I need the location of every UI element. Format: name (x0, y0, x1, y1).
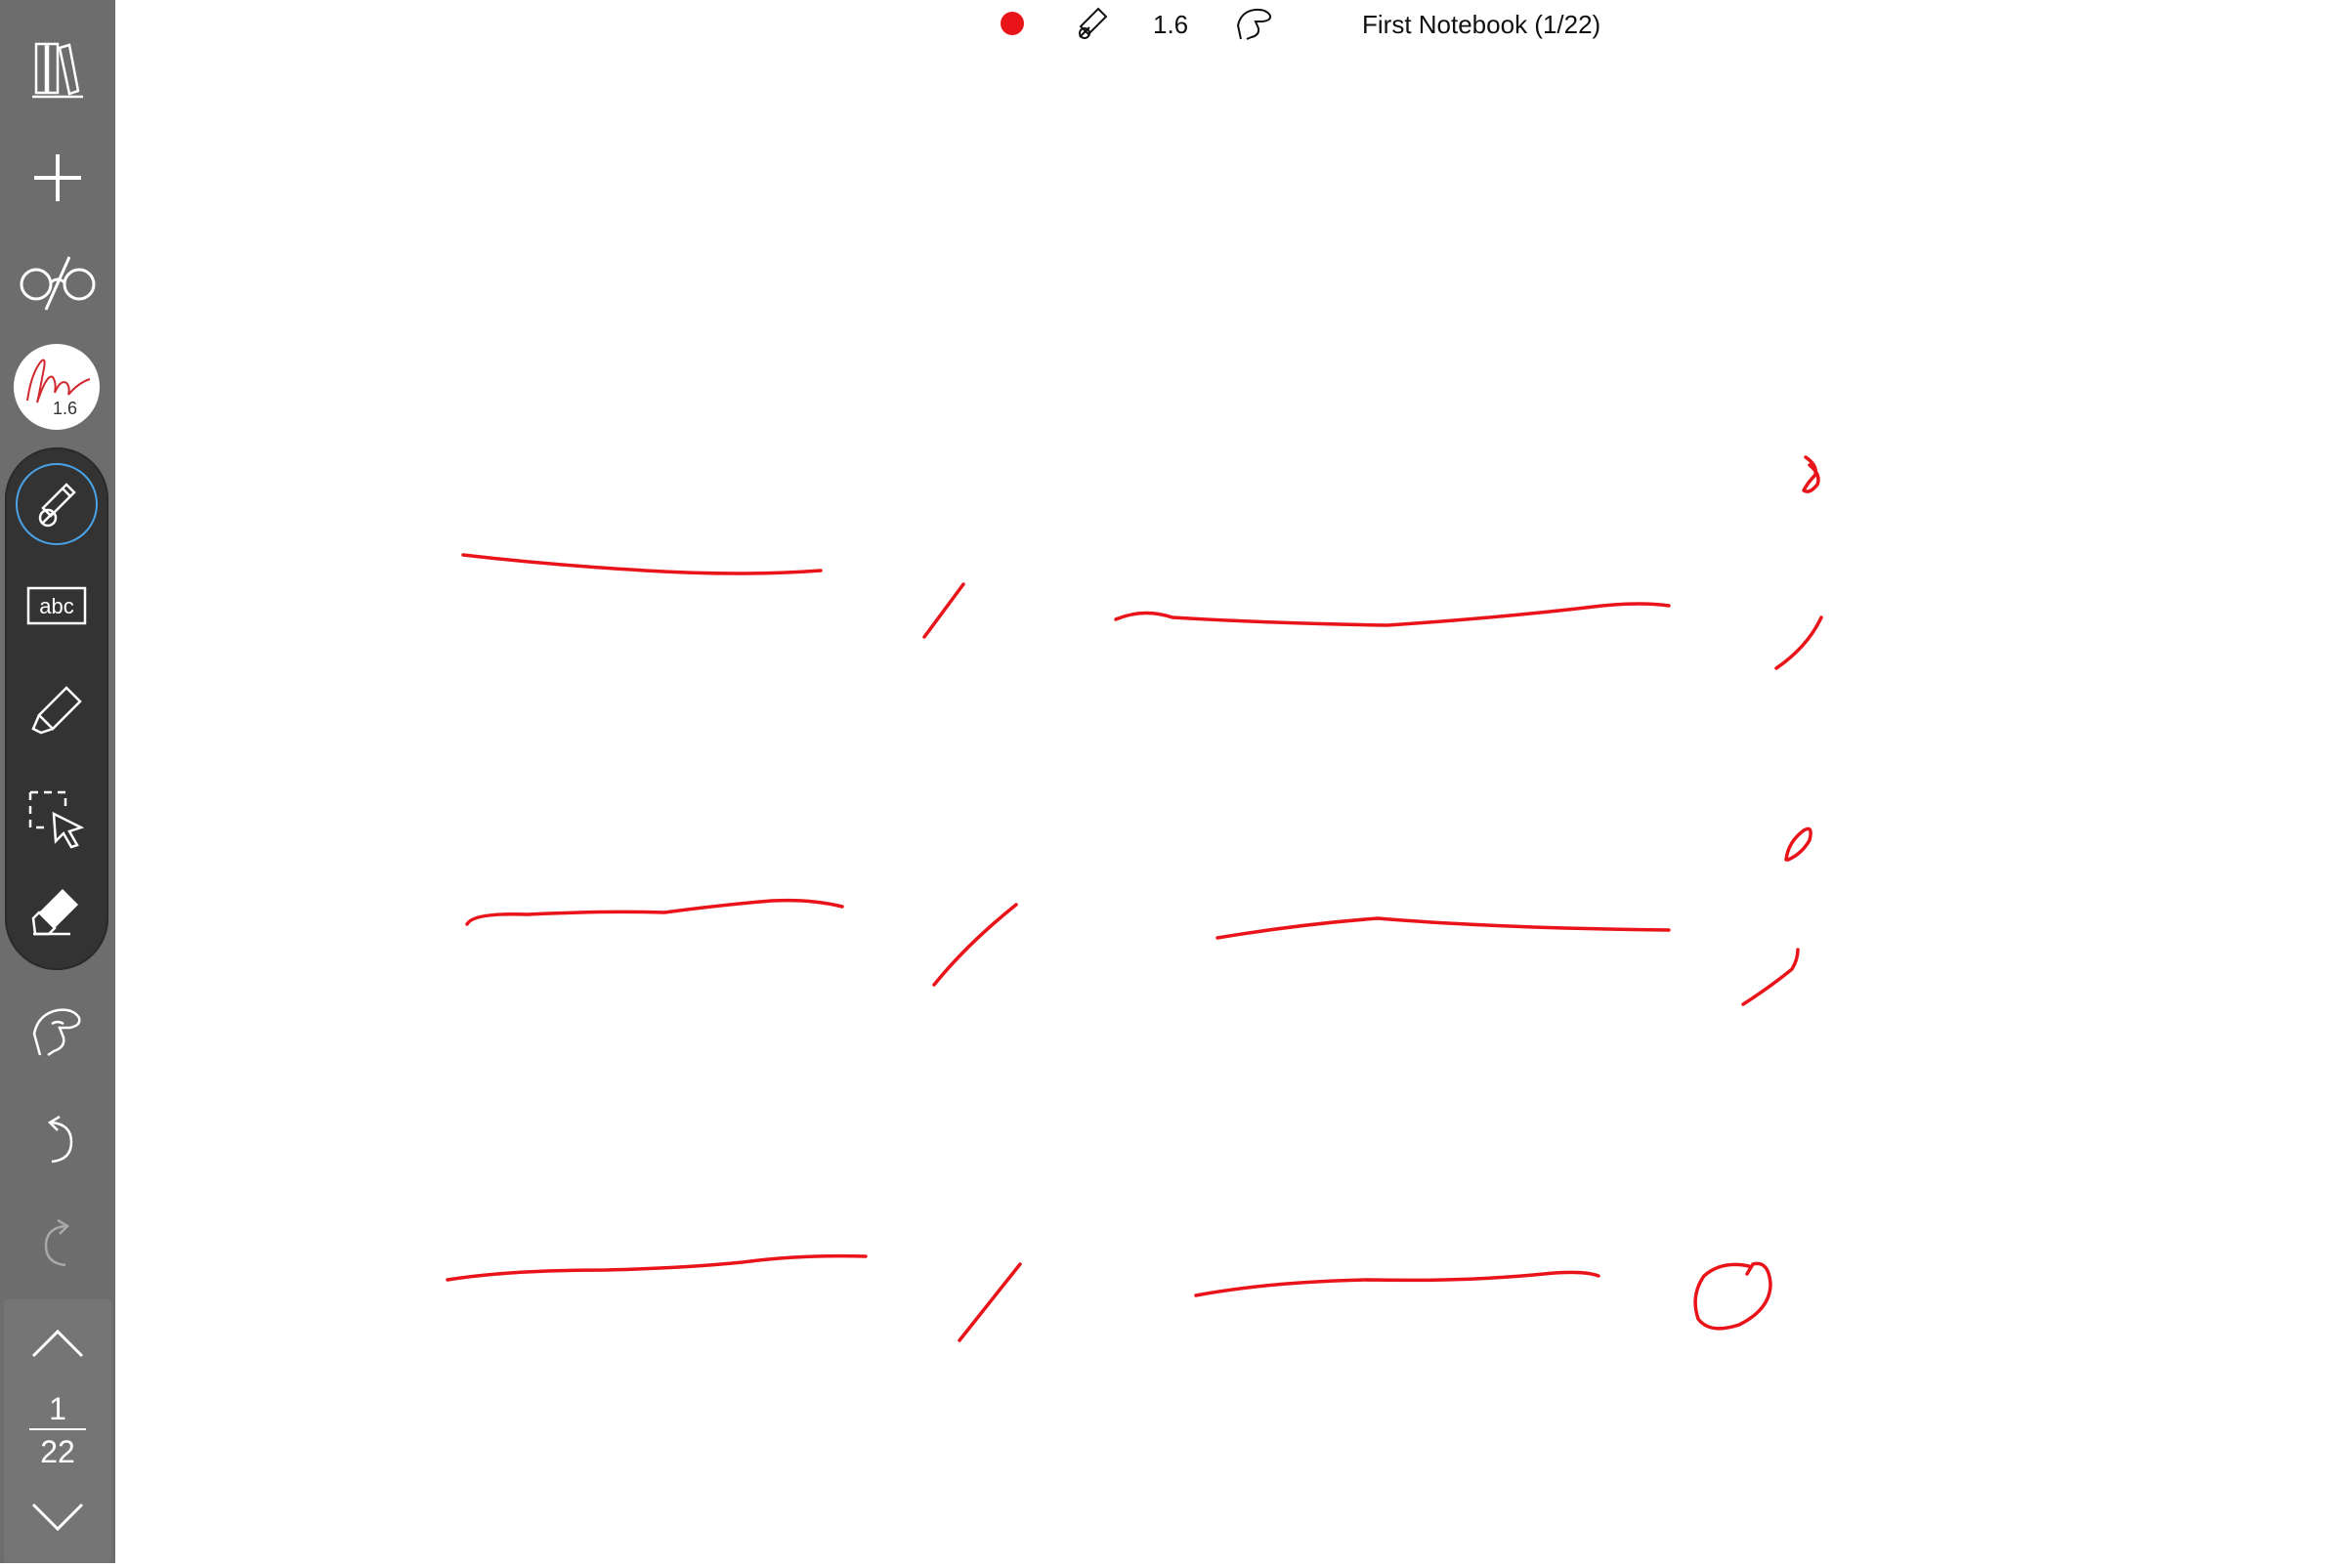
pen-tool-button[interactable] (5, 455, 108, 553)
next-page-button[interactable] (4, 1493, 111, 1542)
text-tool-label: abc (39, 594, 73, 618)
text-tool-button[interactable]: abc (5, 557, 108, 655)
selection-tool-button[interactable] (5, 770, 108, 868)
highlighter-tool-button[interactable] (5, 662, 108, 760)
previous-page-button[interactable] (4, 1319, 111, 1368)
read-mode-button[interactable] (0, 238, 115, 328)
redo-icon (44, 1218, 70, 1267)
chevron-up-icon (31, 1329, 84, 1358)
selection-icon (28, 790, 85, 849)
eraser-icon (31, 889, 78, 936)
hand-icon (32, 1008, 81, 1057)
library-icon (32, 42, 83, 99)
add-page-button[interactable] (0, 133, 115, 223)
page-total: 22 (40, 1434, 75, 1469)
glasses-icon (20, 256, 96, 311)
ink-stroke (1784, 826, 1812, 862)
add-page-icon (34, 154, 81, 201)
page-navigator: 1 22 (4, 1299, 111, 1563)
library-button[interactable] (0, 25, 115, 115)
pen-settings-button[interactable]: 1.6 (14, 344, 100, 430)
hand-tool-button[interactable] (0, 987, 115, 1077)
undo-button[interactable] (0, 1096, 115, 1186)
ink-stroke (461, 553, 823, 575)
ink-stroke (1802, 455, 1820, 493)
page-divider (29, 1428, 86, 1430)
ink-stroke (1774, 615, 1823, 670)
ink-stroke (932, 903, 1018, 987)
active-tool-ring (16, 463, 98, 545)
ink-stroke (1693, 1261, 1772, 1331)
redo-button[interactable] (0, 1200, 115, 1290)
ink-stroke (922, 582, 965, 639)
ink-stroke (1194, 1270, 1600, 1297)
ink-stroke (1215, 916, 1671, 940)
tool-group: abc (5, 447, 108, 970)
eraser-tool-button[interactable] (5, 862, 108, 959)
ink-stroke (1741, 948, 1800, 1006)
highlighter-icon (31, 686, 82, 735)
chevron-down-icon (31, 1503, 84, 1532)
ink-stroke (958, 1262, 1022, 1342)
ink-layer (446, 455, 1823, 1342)
pen-icon (38, 483, 76, 528)
ink-stroke (446, 1253, 868, 1282)
ink-stroke (465, 898, 844, 926)
undo-icon (47, 1115, 73, 1164)
text-icon: abc (26, 586, 87, 625)
pen-badge-size: 1.6 (53, 399, 78, 418)
sidebar: 1.6 abc 1 22 (0, 0, 115, 1563)
notebook-page-canvas[interactable] (115, 0, 2345, 1563)
ink-stroke (1114, 602, 1671, 627)
page-current: 1 (49, 1391, 66, 1426)
